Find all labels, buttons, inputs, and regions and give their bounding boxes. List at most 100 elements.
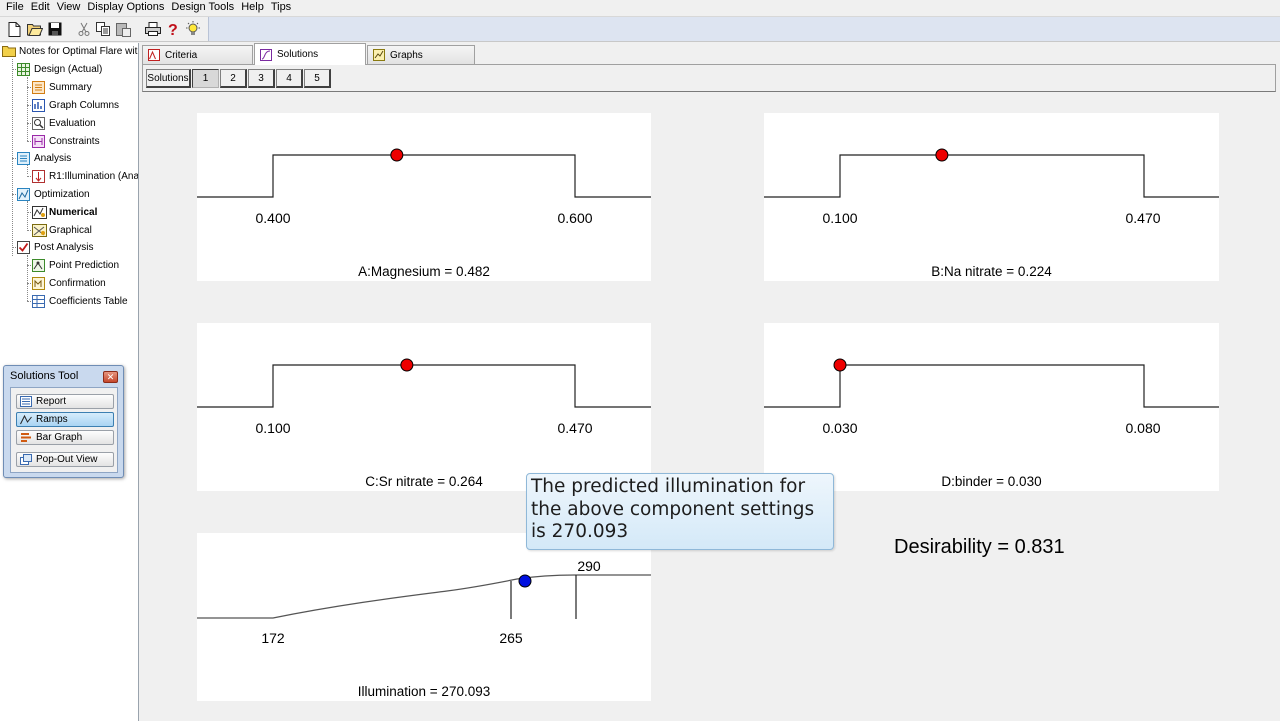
tree-item-design[interactable]: Design (Actual) xyxy=(17,61,102,77)
tree-label-design: Design (Actual) xyxy=(34,63,103,75)
ramp-sr-nitrate-low: 0.100 xyxy=(255,420,291,436)
ramp-sr-nitrate-marker xyxy=(400,358,414,372)
ramp-na-nitrate: 0.100 0.470 B:Na nitrate = 0.224 xyxy=(764,113,1219,281)
menu-view[interactable]: View xyxy=(55,1,86,14)
ramp-binder-marker xyxy=(833,358,847,372)
solution-2-button[interactable]: 2 xyxy=(220,69,247,88)
ramp-binder-high: 0.080 xyxy=(1125,420,1161,436)
tab-solutions[interactable]: Solutions xyxy=(254,43,366,65)
summary-icon xyxy=(32,80,45,94)
tree-root-label: Notes for Optimal Flare wit xyxy=(19,45,138,57)
ramp-binder: 0.030 0.080 D:binder = 0.030 xyxy=(764,323,1219,491)
ramp-na-nitrate-line xyxy=(764,154,1219,198)
tree-item-optimization[interactable]: Optimization xyxy=(17,186,90,202)
tree-item-constraints[interactable]: Constraints xyxy=(32,133,100,149)
tree-label-graphical: Graphical xyxy=(49,224,92,236)
pop-out-view-button[interactable]: Pop-Out View xyxy=(16,452,114,467)
tree-item-confirmation[interactable]: Confirmation xyxy=(32,275,106,291)
print-icon[interactable] xyxy=(144,21,161,38)
point-prediction-icon xyxy=(32,258,45,272)
bar-graph-icon xyxy=(20,432,32,443)
tree-label-evaluation: Evaluation xyxy=(49,117,96,129)
ramp-sr-nitrate: 0.100 0.470 C:Sr nitrate = 0.264 xyxy=(197,323,651,491)
evaluation-icon xyxy=(32,116,45,130)
tree-item-r1-illumination[interactable]: R1:Illumination (Anal xyxy=(32,168,138,184)
tree-item-graph-columns[interactable]: Graph Columns xyxy=(32,97,119,113)
svg-text:?: ? xyxy=(168,22,178,37)
solution-4-button[interactable]: 4 xyxy=(276,69,303,88)
toolbar-buttons: ? xyxy=(0,17,206,41)
ramp-illumination: 172 265 290 Illumination = 270.093 xyxy=(197,533,651,701)
tree-root-notes[interactable]: Notes for Optimal Flare wit xyxy=(2,43,137,59)
menu-bar: File Edit View Display Options Design To… xyxy=(0,0,1280,14)
graphs-icon xyxy=(373,49,385,61)
menu-file[interactable]: File xyxy=(4,1,29,14)
save-icon[interactable] xyxy=(46,21,63,38)
tree-label-confirmation: Confirmation xyxy=(49,277,106,289)
ramp-binder-line xyxy=(764,364,1219,408)
tree-item-coefficients-table[interactable]: Coefficients Table xyxy=(32,293,128,309)
help-icon[interactable]: ? xyxy=(164,21,181,38)
post-analysis-icon xyxy=(17,240,30,254)
tip-icon[interactable] xyxy=(184,21,201,38)
tree-label-constraints: Constraints xyxy=(49,135,100,147)
tree-item-point-prediction[interactable]: Point Prediction xyxy=(32,257,119,273)
tab-graphs-label: Graphs xyxy=(390,49,423,61)
tree-label-analysis: Analysis xyxy=(34,152,72,164)
solutions-tool-window: Solutions Tool ✕ Report Ramps Bar Graph … xyxy=(3,365,124,478)
menu-help[interactable]: Help xyxy=(239,1,269,14)
ramp-binder-low: 0.030 xyxy=(822,420,858,436)
solution-selector: Solutions 1 2 3 4 5 xyxy=(146,69,332,89)
desirability-value: Desirability = 0.831 xyxy=(894,536,1065,558)
tree-item-graphical[interactable]: Graphical xyxy=(32,222,92,238)
tree-item-summary[interactable]: Summary xyxy=(32,79,92,95)
tree-label-coefficients-table: Coefficients Table xyxy=(49,295,128,307)
graphical-icon xyxy=(32,223,47,237)
paste-icon[interactable] xyxy=(115,21,132,38)
illumination-marker xyxy=(518,574,532,588)
tree-item-post-analysis[interactable]: Post Analysis xyxy=(17,239,93,255)
ramp-magnesium-line xyxy=(197,154,651,198)
numerical-icon xyxy=(32,205,47,219)
menu-edit[interactable]: Edit xyxy=(29,1,55,14)
close-icon[interactable]: ✕ xyxy=(103,371,118,383)
tree-label-post-analysis: Post Analysis xyxy=(34,241,94,253)
report-button[interactable]: Report xyxy=(16,394,114,409)
analysis-icon xyxy=(17,151,30,165)
ramp-na-nitrate-marker xyxy=(935,148,949,162)
menu-design-tools[interactable]: Design Tools xyxy=(169,1,239,14)
tree-item-analysis[interactable]: Analysis xyxy=(17,150,71,166)
illumination-low: 172 xyxy=(261,630,285,646)
solution-1-button[interactable]: 1 xyxy=(192,69,219,88)
ramp-na-nitrate-high: 0.470 xyxy=(1125,210,1161,226)
tree-label-optimization: Optimization xyxy=(34,188,90,200)
tab-graphs[interactable]: Graphs xyxy=(367,45,475,64)
tree-item-numerical[interactable]: Numerical xyxy=(32,204,97,220)
folder-icon xyxy=(2,45,16,58)
copy-icon[interactable] xyxy=(95,21,112,38)
callout-line-1: The predicted illumination for xyxy=(531,476,806,497)
menu-display-options[interactable]: Display Options xyxy=(85,1,169,14)
menu-tips[interactable]: Tips xyxy=(269,1,296,14)
ramp-magnesium-plot xyxy=(197,148,651,198)
graph-columns-icon xyxy=(32,98,45,112)
tree-item-evaluation[interactable]: Evaluation xyxy=(32,115,96,131)
solution-5-button[interactable]: 5 xyxy=(304,69,331,88)
ramp-binder-plot xyxy=(764,358,1219,408)
tab-criteria-label: Criteria xyxy=(165,49,198,61)
ramp-magnesium-high: 0.600 xyxy=(557,210,593,226)
confirmation-icon xyxy=(32,276,45,290)
report-label: Report xyxy=(36,396,67,407)
ramps-button[interactable]: Ramps xyxy=(16,412,114,427)
bar-graph-button[interactable]: Bar Graph xyxy=(16,430,114,445)
tab-solutions-label: Solutions xyxy=(277,49,319,60)
prediction-callout: The predicted illumination for the above… xyxy=(526,473,834,550)
response-icon xyxy=(32,169,45,183)
cut-icon[interactable] xyxy=(75,21,92,38)
ramp-na-nitrate-plot xyxy=(764,148,1219,198)
open-icon[interactable] xyxy=(26,21,43,38)
toolbar: ? xyxy=(0,16,1280,42)
new-icon[interactable] xyxy=(6,21,23,38)
solution-3-button[interactable]: 3 xyxy=(248,69,275,88)
tab-criteria[interactable]: Criteria xyxy=(142,45,253,64)
